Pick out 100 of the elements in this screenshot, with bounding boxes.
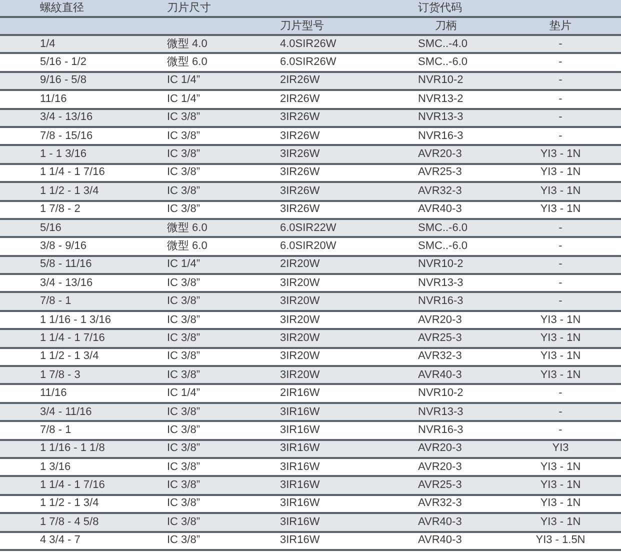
table-cell: YI3 - 1N: [540, 498, 581, 510]
table-cell: YI3 - 1N: [540, 370, 581, 381]
table-cell: -: [558, 112, 562, 124]
table-cell-text: NVR13-2: [418, 94, 464, 105]
table-cell-text: 4.0SIR26W: [280, 38, 338, 50]
table-cell-text: 1 1/16 - 1 3/16: [40, 314, 112, 326]
table-cell: YI3 - 1N: [540, 314, 581, 326]
table-cell-text: AVR20-3: [418, 314, 463, 326]
table-cell-text: IC 3/8”: [167, 351, 202, 362]
table-cell: YI3 - 1.5N: [536, 535, 586, 546]
table-cell: YI3 - 1N: [540, 204, 581, 216]
table-cell-text: AVR40-3: [418, 370, 463, 381]
table-cell: YI3 - 1N: [540, 186, 581, 197]
table-cell-text: 3IR26W: [280, 149, 321, 160]
table-cell: -: [558, 259, 562, 270]
table-cell-text: 2IR26W: [280, 94, 321, 105]
table-cell-text: NVR13-3: [418, 278, 464, 289]
table-cell-text: 3IR16W: [280, 406, 321, 418]
table-cell-text: SMC..-6.0: [418, 57, 469, 68]
table-cell: -: [558, 278, 562, 289]
table-cell: YI3 - 1N: [540, 516, 581, 528]
table-cell-text: 7/8 - 1: [40, 424, 72, 436]
table-cell-text: 微型 4.0: [167, 38, 208, 50]
table-cell-text: 2IR20W: [280, 259, 321, 270]
table-cell-text: IC 3/8”: [167, 535, 202, 546]
table-cell: -: [558, 57, 562, 68]
table-cell-text: IC 1/4”: [167, 75, 202, 86]
column-header: 刀片型号: [280, 20, 325, 32]
table-cell-text: AVR40-3: [418, 204, 463, 216]
table-cell: -: [558, 75, 562, 86]
table-cell-text: 3/4 - 11/16: [40, 406, 93, 418]
table-cell-text: 1 1/2 - 1 3/4: [40, 498, 100, 510]
table-cell-text: IC 1/4”: [167, 259, 202, 270]
table-cell-text: 7/8 - 1: [40, 296, 72, 308]
table-cell: -: [558, 388, 562, 400]
table-cell-text: NVR10-2: [418, 388, 464, 400]
table-cell-text: 3IR26W: [280, 167, 321, 178]
table-cell-text: 3IR16W: [280, 535, 321, 546]
table-cell: -: [558, 424, 562, 436]
table-cell-text: 3IR20W: [280, 351, 321, 362]
table-cell-text: NVR13-3: [418, 112, 464, 124]
table-cell-text: 3IR20W: [280, 332, 321, 344]
table-cell-text: IC 3/8”: [167, 314, 202, 326]
table-cell-text: IC 3/8”: [167, 167, 202, 178]
table-cell-text: 3IR16W: [280, 424, 321, 436]
table-cell-text: 5/8 - 11/16: [40, 259, 93, 270]
table-cell-text: AVR40-3: [418, 516, 463, 528]
table-cell-text: 1 1/2 - 1 3/4: [40, 351, 100, 362]
table-cell-text: 3/4 - 13/16: [40, 278, 94, 289]
table-cell: YI3 - 1N: [540, 167, 581, 178]
table-cell: YI3: [552, 443, 569, 454]
table-cell-text: AVR25-3: [418, 480, 463, 492]
table-cell-text: 1/4: [40, 38, 56, 50]
table-cell-text: AVR40-3: [418, 535, 463, 546]
table-cell-text: IC 3/8”: [167, 112, 202, 124]
table-cell-text: 1 1/4 - 1 7/16: [40, 332, 106, 344]
table-cell-text: 3IR26W: [280, 112, 321, 124]
column-header: 刀片尺寸: [167, 2, 212, 14]
table-cell-text: IC 3/8”: [167, 480, 202, 492]
table-cell-text: IC 3/8”: [167, 370, 202, 381]
table-cell-text: 1 1/4 - 1 7/16: [40, 167, 106, 178]
table-cell-text: 3IR26W: [280, 186, 321, 197]
table-cell-text: 3IR20W: [280, 370, 321, 381]
column-header: 垫片: [550, 20, 572, 32]
table-cell-text: SMC..-6.0: [418, 222, 469, 234]
table-cell-text: IC 3/8”: [167, 204, 202, 216]
table-cell-text: 1 1/16 - 1 1/8: [40, 443, 106, 454]
table-cell-text: 3/4 - 13/16: [40, 112, 94, 124]
table-cell-text: NVR10-2: [418, 259, 464, 270]
table-cell-text: 3IR16W: [280, 480, 321, 492]
table-cell: -: [558, 38, 562, 50]
table-cell-text: IC 3/8”: [167, 296, 202, 308]
column-header: 刀柄: [434, 20, 458, 32]
table-cell-text: 6.0SIR26W: [280, 57, 338, 68]
table-cell: -: [558, 406, 562, 418]
table-cell-text: 3IR20W: [280, 314, 321, 326]
table-cell-text: NVR10-2: [418, 75, 464, 86]
table-cell-text: 9/16 - 5/8: [40, 75, 88, 86]
table-cell-text: 1 1/4 - 1 7/16: [40, 480, 106, 492]
table-cell-text: 1 7/8 - 4 5/8: [40, 516, 100, 528]
table-cell-text: 11/16: [40, 388, 68, 400]
column-header: 螺紋直径: [40, 2, 85, 14]
table-cell: -: [558, 94, 562, 105]
table-cell-text: 5/16: [40, 222, 62, 234]
table-cell-text: IC 3/8”: [167, 186, 202, 197]
table-cell-text: AVR32-3: [418, 186, 463, 197]
table-cell-text: AVR32-3: [418, 498, 463, 510]
table-cell: -: [558, 222, 562, 234]
table-cell-text: 微型 6.0: [167, 240, 208, 252]
table-cell-text: 3IR16W: [280, 443, 321, 454]
table-cell-text: 3IR26W: [280, 130, 321, 142]
table-cell-text: 3IR16W: [280, 462, 321, 473]
table-cell-text: 3IR16W: [280, 498, 321, 510]
table-cell: YI3 - 1N: [540, 351, 581, 362]
table-cell-text: 1 7/8 - 3: [40, 370, 82, 381]
table-cell-text: 3/8 - 9/16: [40, 240, 88, 252]
table-cell-text: 1 7/8 - 2: [40, 204, 82, 216]
table-cell-text: NVR16-3: [418, 424, 464, 436]
table-cell-text: AVR20-3: [418, 443, 463, 454]
table-cell: -: [558, 240, 562, 252]
